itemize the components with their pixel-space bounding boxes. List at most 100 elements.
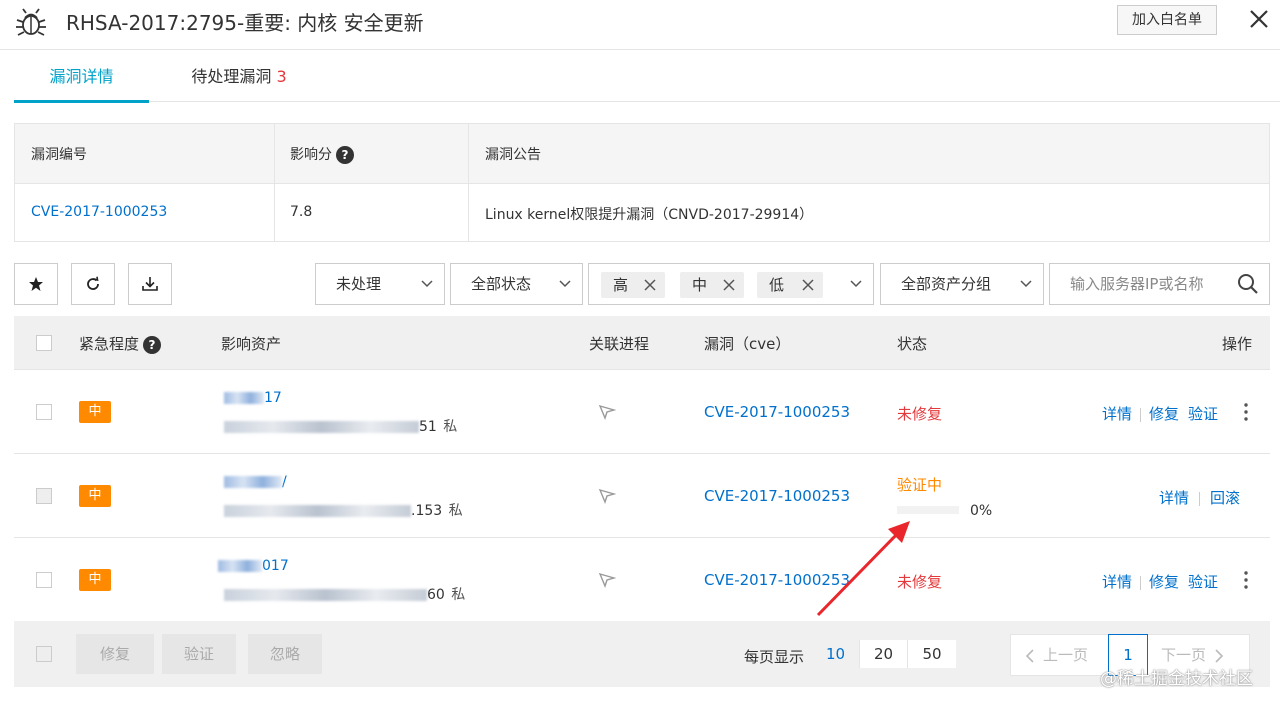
verify-link[interactable]: 验证	[1188, 573, 1218, 591]
prev-page-button[interactable]: 上一页	[1025, 635, 1088, 675]
status-text: 未修复	[897, 405, 943, 423]
details-link[interactable]: 详情	[1102, 573, 1132, 591]
add-to-whitelist-button[interactable]: 加入白名单	[1117, 5, 1217, 35]
row-actions: 详情 修复 验证	[1102, 571, 1218, 592]
asset-name-link[interactable]: /	[224, 474, 287, 490]
asset-ip-suffix: 60	[427, 587, 445, 603]
asset-ip-suffix: .153	[411, 503, 443, 519]
level-tag-high: 高	[601, 272, 665, 298]
level-tag-medium: 中	[680, 272, 744, 298]
tab-pending-label: 待处理漏洞	[191, 67, 272, 86]
urgency-badge: 中	[79, 569, 111, 591]
fix-link[interactable]: 修复	[1149, 405, 1179, 423]
chevron-down-icon	[559, 280, 571, 288]
chevron-down-icon	[850, 280, 862, 288]
search-icon[interactable]	[1237, 273, 1259, 295]
remove-tag-icon[interactable]	[801, 278, 815, 292]
row-checkbox	[36, 488, 52, 504]
progress-percent: 0%	[970, 503, 993, 519]
tab-pending-vulns[interactable]: 待处理漏洞 3	[164, 52, 314, 102]
table-row: 中 / .153 私 CVE-2017-1000253 验证中 0% 详情 回滚	[14, 454, 1270, 538]
header-cve: 漏洞（cve）	[704, 335, 791, 353]
row-checkbox[interactable]	[36, 404, 52, 420]
fix-link[interactable]: 修复	[1149, 573, 1179, 591]
details-link[interactable]: 详情	[1102, 405, 1132, 423]
process-tag-icon[interactable]	[598, 403, 616, 421]
bulletin-text: Linux kernel权限提升漏洞（CNVD-2017-29914）	[485, 207, 814, 223]
asset-ip: 60 私	[224, 584, 465, 604]
details-link[interactable]: 详情	[1159, 489, 1189, 507]
tab-vuln-details[interactable]: 漏洞详情	[14, 52, 149, 103]
server-search-input[interactable]	[1050, 264, 1230, 304]
asset-name-link[interactable]: 17	[224, 390, 282, 406]
chevron-down-icon	[1020, 280, 1032, 288]
process-filter-select[interactable]: 未处理	[315, 263, 445, 305]
annotation-arrow	[816, 521, 910, 617]
footer-select-all-checkbox[interactable]	[36, 646, 52, 662]
chevron-left-icon	[1025, 648, 1034, 663]
bulk-verify-button[interactable]: 验证	[162, 634, 236, 674]
more-vertical-icon[interactable]	[1244, 403, 1248, 421]
asset-name-link[interactable]: 017	[218, 558, 289, 574]
verify-link[interactable]: 验证	[1188, 405, 1218, 423]
impact-score-value: 7.8	[290, 204, 313, 220]
cve-link[interactable]: CVE-2017-1000253	[704, 403, 850, 421]
header-related-process: 关联进程	[589, 335, 650, 353]
next-page-label: 下一页	[1161, 646, 1207, 664]
table-row: 中 17 51 私 CVE-2017-1000253 未修复 详情 修复 验证	[14, 370, 1270, 454]
status-filter-select[interactable]: 全部状态	[450, 263, 583, 305]
bulk-ignore-button[interactable]: 忽略	[248, 634, 322, 674]
close-icon[interactable]	[1246, 6, 1272, 32]
asset-ip: 51 私	[224, 416, 457, 436]
header-actions: 操作	[1222, 335, 1253, 353]
chevron-down-icon	[421, 280, 433, 288]
table-footer: 修复 验证 忽略 每页显示 10 20 50 上一页 1 下一页	[14, 621, 1270, 687]
asset-name-suffix: /	[282, 474, 287, 490]
process-tag-icon[interactable]	[598, 571, 616, 589]
level-filter-select[interactable]: 高 中 低	[588, 263, 874, 305]
info-table-header	[15, 124, 1269, 184]
per-page-50[interactable]: 50	[908, 640, 956, 668]
prev-page-label: 上一页	[1043, 646, 1089, 664]
column-divider	[274, 124, 275, 241]
asset-group-filter-select[interactable]: 全部资产分组	[880, 263, 1044, 305]
level-tag-label: 中	[692, 276, 708, 294]
per-page-20[interactable]: 20	[860, 640, 908, 668]
process-filter-value: 未处理	[336, 275, 382, 293]
server-search-box	[1049, 263, 1270, 305]
bug-icon	[16, 8, 46, 36]
download-icon	[142, 277, 158, 291]
remove-tag-icon[interactable]	[722, 278, 736, 292]
status-filter-value: 全部状态	[471, 275, 532, 293]
cve-id-link[interactable]: CVE-2017-1000253	[31, 204, 167, 220]
asset-name-suffix: 017	[262, 558, 289, 574]
row-checkbox[interactable]	[36, 572, 52, 588]
info-header-score-label: 影响分	[290, 147, 332, 163]
help-icon[interactable]: ?	[143, 335, 162, 354]
more-vertical-icon[interactable]	[1244, 571, 1248, 589]
rollback-link[interactable]: 回滚	[1210, 489, 1240, 507]
favorite-button[interactable]	[14, 263, 58, 305]
vuln-info-table: 漏洞编号 影响分? 漏洞公告 CVE-2017-1000253 7.8 Linu…	[14, 123, 1270, 242]
asset-ip: .153 私	[224, 500, 463, 520]
row-actions: 详情 修复 验证	[1102, 403, 1218, 424]
remove-tag-icon[interactable]	[643, 278, 657, 292]
bulk-fix-button[interactable]: 修复	[76, 634, 154, 674]
refresh-icon	[87, 276, 99, 290]
header-status: 状态	[897, 335, 928, 353]
asset-group-filter-value: 全部资产分组	[901, 275, 992, 293]
process-tag-icon[interactable]	[598, 487, 616, 505]
private-ip-tag: 私	[448, 503, 463, 519]
table-row: 中 017 60 私 CVE-2017-1000253 未修复 详情 修复 验证	[14, 538, 1270, 622]
asset-ip-suffix: 51	[419, 419, 437, 435]
urgency-badge: 中	[79, 401, 111, 423]
refresh-button[interactable]	[71, 263, 115, 305]
per-page-10[interactable]: 10	[812, 640, 860, 668]
cve-link[interactable]: CVE-2017-1000253	[704, 487, 850, 505]
info-header-vuln-id: 漏洞编号	[31, 147, 87, 163]
select-all-checkbox[interactable]	[36, 335, 52, 351]
column-divider	[468, 124, 469, 241]
header-affected-asset: 影响资产	[221, 335, 282, 353]
help-icon[interactable]: ?	[336, 146, 354, 164]
download-button[interactable]	[128, 263, 172, 305]
